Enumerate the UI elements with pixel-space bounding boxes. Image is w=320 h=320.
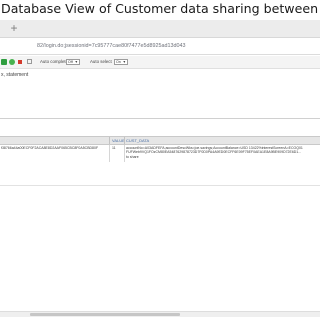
autocomplete-value: Off <box>68 60 73 64</box>
clear-icon[interactable] <box>27 59 32 64</box>
query-toolbar: Auto complete Off ▼ Auto select On ▼ <box>0 56 320 69</box>
new-tab-button[interactable]: + <box>8 20 20 37</box>
column-divider[interactable] <box>109 137 110 144</box>
row-divider <box>124 145 125 162</box>
value-cell: 11 <box>112 146 116 150</box>
autocomplete-label: Auto complete <box>40 59 69 64</box>
address-bar[interactable]: 82/login.do;jsessionid=7c95777cae80f7477… <box>0 38 320 55</box>
cust-data-line: FUFWeb9VQ1FOzCM80EA5487629878723D7F0D0PA… <box>126 150 302 155</box>
figure-caption: Database View of Customer data sharing b… <box>1 1 320 16</box>
chevron-down-icon: ▼ <box>122 60 126 64</box>
page: Database View of Customer data sharing b… <box>0 0 320 320</box>
results-empty-area <box>0 185 320 317</box>
sql-statement-text[interactable]: x, statement <box>1 72 28 78</box>
column-header-value[interactable]: VALUE <box>112 137 125 144</box>
column-divider[interactable] <box>124 137 125 144</box>
table-row[interactable]: f38766a44a00ECF0F2ACA8E8D2AAF065CBC8F0A5… <box>0 145 320 162</box>
sql-editor[interactable]: x, statement <box>0 69 320 119</box>
autoselect-label: Auto select <box>90 59 112 64</box>
scrollbar-thumb[interactable] <box>30 313 180 316</box>
results-panel: VALUE CUST_DATA f38766a44a00ECF0F2ACA8E8… <box>0 119 320 185</box>
autoselect-value: On <box>116 60 121 64</box>
horizontal-scrollbar[interactable] <box>0 311 320 317</box>
run-icon[interactable] <box>1 59 7 65</box>
cust-data-cell: accountNo=A03ADFEFA;accountDescWks=joe.s… <box>126 146 319 159</box>
browser-tab-strip: + <box>0 20 320 38</box>
autoselect-select[interactable]: On ▼ <box>114 59 128 65</box>
url-text[interactable]: 82/login.do;jsessionid=7c95777cae80f7477… <box>37 38 186 54</box>
run-selected-icon[interactable] <box>9 59 15 65</box>
column-header-cust-data[interactable]: CUST_DATA <box>126 137 149 144</box>
autocomplete-select[interactable]: Off ▼ <box>66 59 80 65</box>
row-key-cell: f38766a44a00ECF0F2ACA8E8D2AAF065CBC8F0A5… <box>1 146 99 150</box>
cust-data-line: to share <box>126 154 139 159</box>
chevron-down-icon: ▼ <box>74 60 78 64</box>
stop-icon[interactable] <box>18 60 22 64</box>
results-header-row: VALUE CUST_DATA <box>0 136 320 145</box>
row-divider <box>109 145 110 162</box>
